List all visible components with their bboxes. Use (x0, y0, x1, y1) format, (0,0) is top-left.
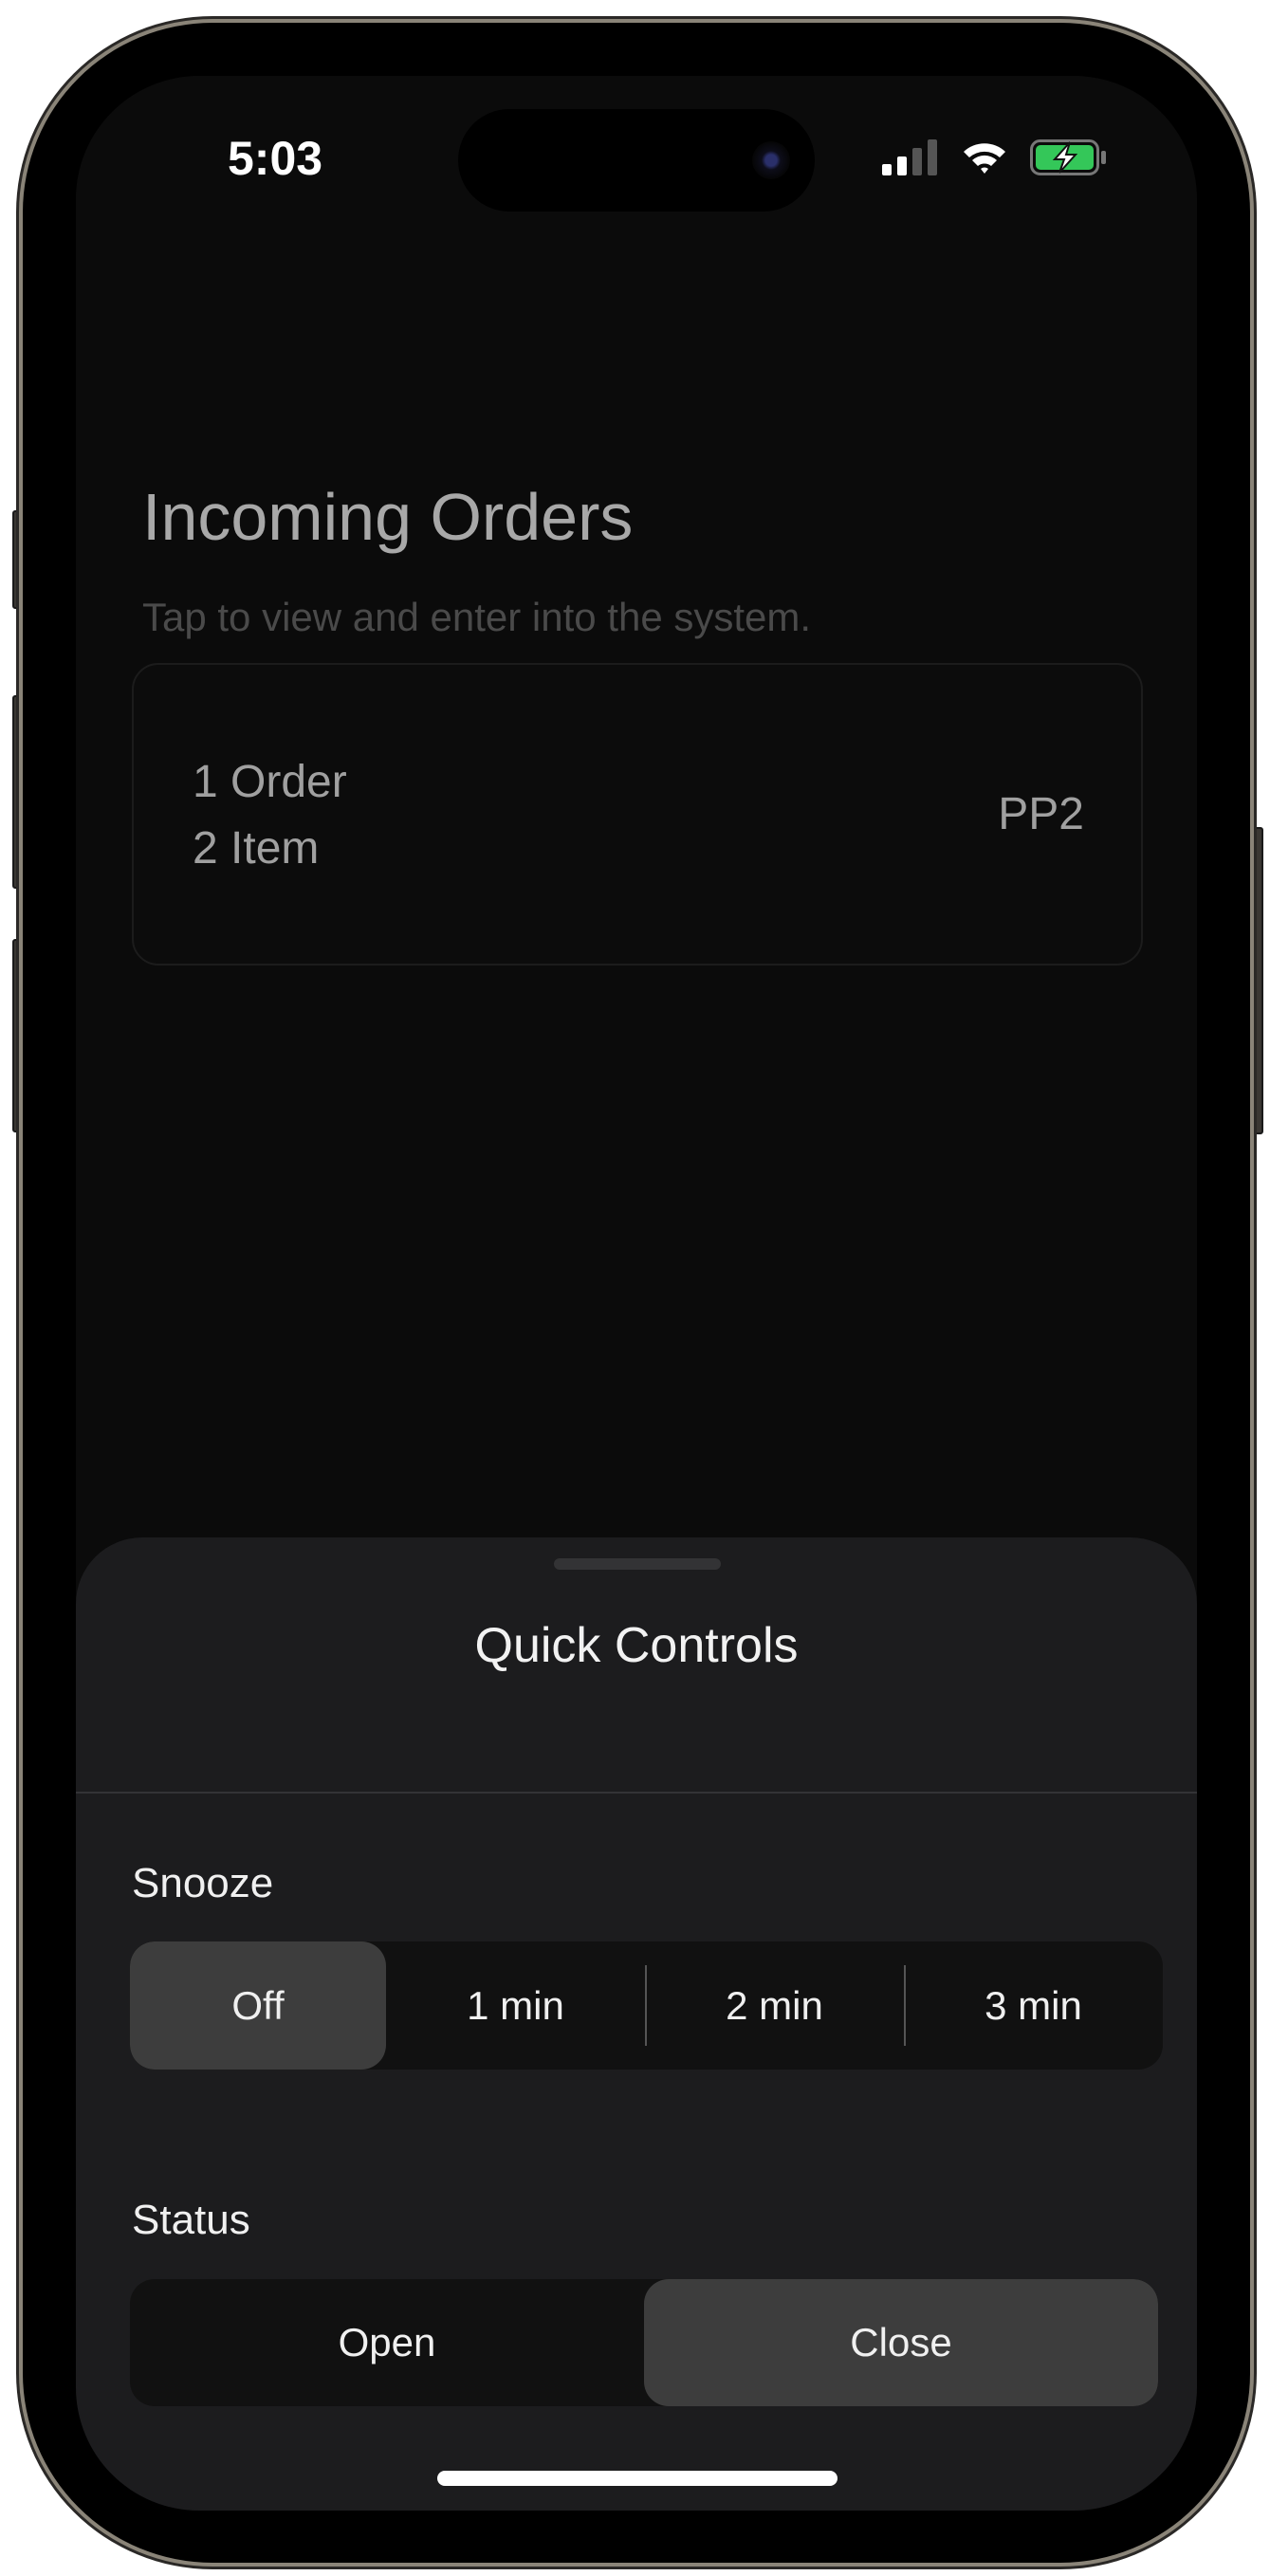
option-label: Close (850, 2320, 952, 2364)
signal-icon (882, 139, 937, 175)
sheet-title: Quick Controls (474, 1618, 799, 1673)
status-option-open[interactable]: Open (130, 2279, 644, 2406)
quick-controls-sheet: Quick Controls Snooze Off 1 min 2 min 3 … (76, 1537, 1197, 2511)
camera-icon (752, 141, 790, 179)
snooze-option-3-min[interactable]: 3 min (904, 1941, 1163, 2070)
page-subtitle: Tap to view and enter into the system. (142, 595, 812, 639)
order-count: 1 Order (193, 757, 347, 807)
separator (645, 1965, 647, 2046)
battery-charging-icon (1030, 139, 1106, 175)
option-label: Off (231, 1982, 285, 2028)
status-time: 5:03 (228, 132, 323, 185)
status-icons (882, 137, 1108, 178)
sheet-drag-handle[interactable] (554, 1558, 721, 1570)
snooze-option-1-min[interactable]: 1 min (386, 1941, 645, 2070)
option-label: 2 min (726, 1982, 823, 2028)
option-label: 1 min (467, 1982, 564, 2028)
divider (76, 1792, 1197, 1794)
order-card[interactable]: 1 Order 2 Item PP2 (132, 663, 1143, 966)
separator (904, 1965, 906, 2046)
snooze-label: Snooze (132, 1860, 274, 1906)
power-button (1250, 827, 1263, 1134)
option-label: 3 min (985, 1982, 1082, 2028)
screen: 5:03 Incoming Orders Tap to view and ent… (76, 76, 1197, 2511)
dynamic-island (458, 109, 815, 212)
snooze-option-off[interactable]: Off (130, 1941, 386, 2070)
order-location: PP2 (998, 789, 1084, 839)
snooze-option-2-min[interactable]: 2 min (645, 1941, 904, 2070)
page-title: Incoming Orders (142, 480, 634, 554)
snooze-segmented-control: Off 1 min 2 min 3 min (130, 1941, 1163, 2070)
wifi-icon (964, 143, 1005, 174)
home-indicator[interactable] (437, 2471, 837, 2486)
status-segmented-control: Open Close (130, 2279, 1158, 2406)
status-label: Status (132, 2197, 250, 2243)
phone-frame: 5:03 Incoming Orders Tap to view and ent… (23, 23, 1250, 2563)
option-label: Open (338, 2320, 436, 2364)
status-option-close[interactable]: Close (644, 2279, 1158, 2406)
item-count: 2 Item (193, 823, 320, 874)
